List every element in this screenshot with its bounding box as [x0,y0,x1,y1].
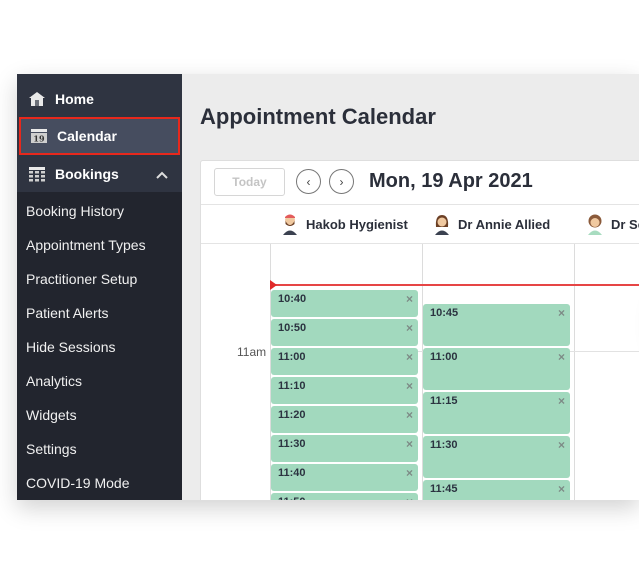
close-icon[interactable]: × [558,438,565,452]
home-icon [27,90,47,108]
main-content: Appointment Calendar Today ‹ › Mon, 19 A… [182,74,639,500]
close-icon[interactable]: × [406,292,413,306]
appointment-slot[interactable]: 11:45 × [423,480,570,500]
sidebar-main-nav: Home 19 Calendar Bookings [17,74,182,192]
appointment-slot[interactable]: 11:00 × [423,348,570,390]
slot-time: 11:00 [278,351,306,363]
close-icon[interactable]: × [406,321,413,335]
sidebar-subitem-booking-history[interactable]: Booking History [17,194,182,228]
slot-time: 11:30 [278,438,306,450]
current-time-marker [270,280,277,290]
sidebar-subitem-analytics[interactable]: Analytics [17,364,182,398]
practitioner-name: Dr Se [611,216,639,232]
sidebar-subitem-appointment-types[interactable]: Appointment Types [17,228,182,262]
appointment-slot[interactable]: 11:40 × [271,464,418,491]
table-icon [27,165,47,183]
avatar [283,214,297,235]
appointment-slot[interactable]: 10:45 × [423,304,570,346]
slot-time: 10:45 [430,307,459,319]
close-icon[interactable]: × [406,437,413,451]
prev-day-button[interactable]: ‹ [296,169,321,194]
sidebar-item-calendar[interactable]: 19 Calendar [19,117,180,155]
close-icon[interactable]: × [406,495,413,500]
appointment-slot[interactable]: 11:20 × [271,406,418,433]
time-label-11am: 11am [237,345,267,359]
chevron-left-icon: ‹ [306,174,311,189]
slot-time: 11:50 [278,496,306,500]
bookings-submenu: Booking History Appointment Types Practi… [17,192,182,500]
sidebar-item-label: Home [55,90,94,107]
slot-time: 10:40 [278,293,307,305]
close-icon[interactable]: × [558,482,565,496]
slot-time: 11:10 [278,380,306,392]
chevron-up-icon[interactable] [156,166,168,182]
practitioner-dr-se[interactable]: Dr Se [586,213,639,235]
sidebar-subitem-covid-mode[interactable]: COVID-19 Mode [17,466,182,500]
current-date: Mon, 19 Apr 2021 [369,170,533,192]
column-divider [574,244,575,500]
practitioner-hakob[interactable]: Hakob Hygienist [281,213,408,235]
sidebar-item-label: Bookings [55,165,119,182]
slot-time: 11:00 [430,351,458,363]
slot-time: 11:20 [278,409,306,421]
chevron-right-icon: › [339,174,344,189]
appointment-slot[interactable]: 10:50 × [271,319,418,346]
slot-time: 11:15 [430,395,458,407]
svg-text:19: 19 [33,134,45,144]
appointment-slot[interactable]: 10:40 × [271,290,418,317]
calendar-icon: 19 [29,127,49,145]
slot-time: 11:45 [430,483,458,495]
sidebar-item-bookings[interactable]: Bookings [17,155,182,192]
next-day-button[interactable]: › [329,169,354,194]
sidebar-subitem-patient-alerts[interactable]: Patient Alerts [17,296,182,330]
avatar [435,215,449,235]
appointment-slot[interactable]: 11:30 × [423,436,570,478]
appointment-slot[interactable]: 11:30 × [271,435,418,462]
sidebar-item-home[interactable]: Home [17,80,182,117]
practitioner-header: Hakob Hygienist Dr Annie Allied Dr Se [201,205,639,244]
practitioner-name: Dr Annie Allied [458,216,551,232]
slot-time: 11:40 [278,467,306,479]
sidebar-item-label: Calendar [57,128,117,144]
appointment-slot[interactable]: 11:00 × [271,348,418,375]
today-button[interactable]: Today [214,168,285,196]
close-icon[interactable]: × [558,394,565,408]
slot-time: 10:50 [278,322,307,334]
practitioner-annie[interactable]: Dr Annie Allied [433,213,550,235]
current-time-line [271,284,639,286]
sidebar-subitem-hide-sessions[interactable]: Hide Sessions [17,330,182,364]
close-icon[interactable]: × [558,350,565,364]
close-icon[interactable]: × [406,379,413,393]
appointment-slot[interactable]: 11:15 × [423,392,570,434]
app-window: Home 19 Calendar Bookings Booking Histor… [17,74,639,500]
calendar-grid: 11am 10:40 × 10:50 × 11:00 × 11:10 × 11:20 × 11:30… [201,244,639,500]
calendar-card: Today ‹ › Mon, 19 Apr 2021 Hakob Hygieni… [200,160,639,500]
sidebar: Home 19 Calendar Bookings Booking Histor… [17,74,182,500]
practitioner-name: Hakob Hygienist [306,216,408,232]
slot-time: 11:30 [430,439,458,451]
close-icon[interactable]: × [406,350,413,364]
close-icon[interactable]: × [406,466,413,480]
sidebar-subitem-settings[interactable]: Settings [17,432,182,466]
close-icon[interactable]: × [406,408,413,422]
close-icon[interactable]: × [558,306,565,320]
page-title: Appointment Calendar [200,104,436,129]
sidebar-subitem-widgets[interactable]: Widgets [17,398,182,432]
sidebar-subitem-practitioner-setup[interactable]: Practitioner Setup [17,262,182,296]
appointment-slot[interactable]: 11:10 × [271,377,418,404]
appointment-slot[interactable]: 11:50 × [271,493,418,500]
avatar [588,214,602,235]
calendar-toolbar: Today ‹ › Mon, 19 Apr 2021 [201,161,639,205]
